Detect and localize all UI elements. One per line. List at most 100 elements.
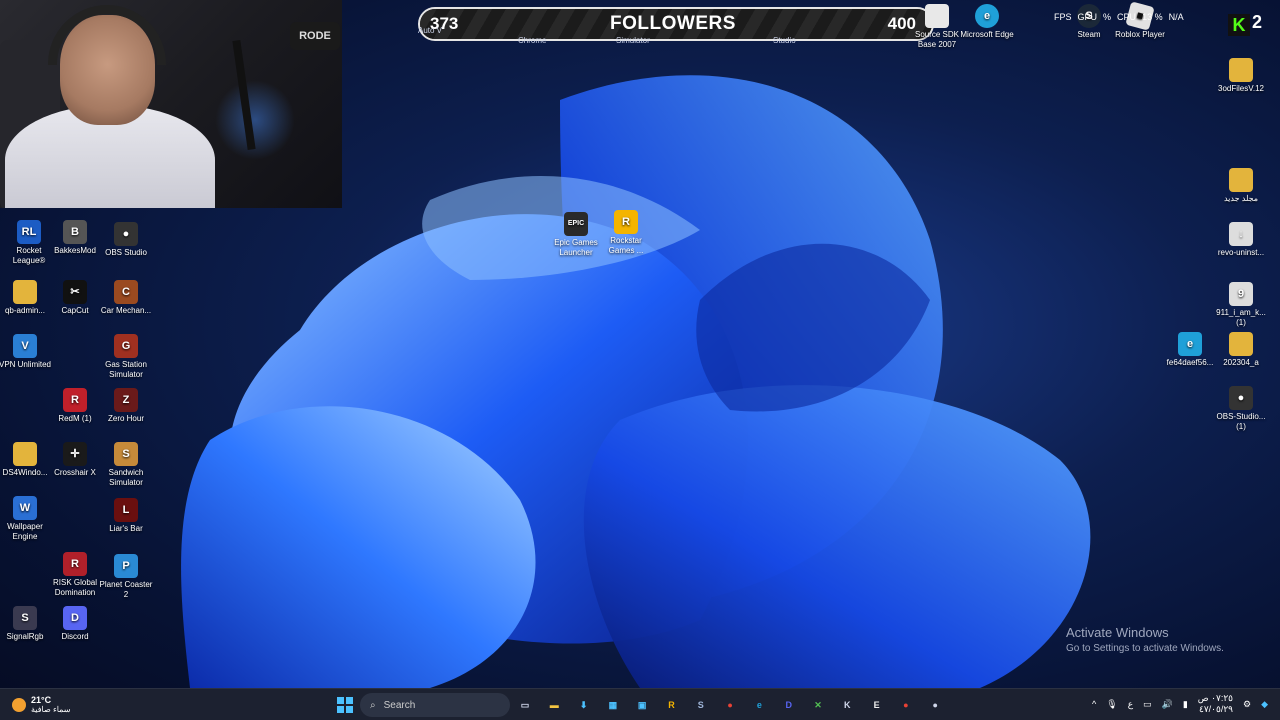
desktop-icon-label: Zero Hour [107, 414, 144, 423]
rockstar-icon[interactable]: R [663, 696, 681, 714]
desktop-icon[interactable]: S SignalRgb [0, 606, 53, 642]
search-icon: ⌕ [370, 699, 376, 711]
desktop-icon[interactable]: D Discord [47, 606, 103, 642]
language-indicator[interactable]: ع [1128, 699, 1133, 710]
copilot-icon[interactable]: ◆ [1261, 699, 1268, 710]
battery-icon[interactable]: ▮ [1183, 699, 1188, 710]
desktop-icon[interactable]: R Rockstar Games ... [598, 210, 654, 256]
mic-icon[interactable]: 🎙 [1106, 699, 1117, 710]
app-icon: R [614, 210, 638, 234]
desktop-icon-label: OBS-Studio... (1) [1216, 412, 1266, 431]
edge-icon[interactable]: e [750, 696, 768, 714]
desktop-icon[interactable]: 3odFilesV.12 [1213, 58, 1269, 94]
xbox-icon[interactable]: ✕ [809, 696, 827, 714]
app-icon: B [63, 220, 87, 244]
desktop-icon[interactable]: G Gas Station Simulator [98, 334, 154, 380]
desktop-icon[interactable]: R RedM (1) [47, 388, 103, 424]
folder-icon [1229, 332, 1253, 356]
clock-time: ٠٧:٢٥ ص [1197, 693, 1233, 703]
desktop-icon[interactable]: ● OBS Studio [98, 222, 154, 258]
desktop-icon[interactable]: مجلد جديد [1213, 168, 1269, 204]
app-icon: EPIC [564, 212, 588, 236]
desktop-icon-label: DS4Windo... [2, 468, 48, 477]
app-icon: Z [114, 388, 138, 412]
desktop-icon-source-sdk[interactable]: Source SDK Base 2007 [909, 4, 965, 50]
desktop-icon-label: RedM (1) [58, 414, 92, 423]
desktop-icon[interactable]: W Wallpaper Engine [0, 496, 53, 542]
desktop-icon[interactable]: ↓ revo-uninst... [1213, 222, 1269, 258]
desktop-icon-steam[interactable]: S Steam [1061, 4, 1117, 40]
desktop-icon[interactable]: V VPN Unlimited [0, 334, 53, 370]
settings-icon[interactable]: ⚙ [1243, 699, 1251, 710]
desktop-icon-label: Planet Coaster 2 [99, 580, 153, 599]
folder-icon [1229, 58, 1253, 82]
epic-icon[interactable]: E [868, 696, 886, 714]
desktop-icon-label: Sandwich Simulator [108, 468, 144, 487]
desktop-icon-edge[interactable]: e Microsoft Edge [959, 4, 1015, 40]
desktop-icon[interactable]: 9 911_i_am_k... (1) [1213, 282, 1269, 328]
app-icon: RL [17, 220, 41, 244]
desktop-icon[interactable]: ✂ CapCut [47, 280, 103, 316]
desktop-icon-label: qb-admin... [4, 306, 46, 315]
file-explorer-icon[interactable]: ▬ [545, 696, 563, 714]
edge-icon: e [975, 4, 999, 28]
app-icon: ● [1229, 386, 1253, 410]
windows-logo-icon [337, 697, 344, 704]
app-icon: ↓ [1229, 222, 1253, 246]
fps-label: FPS [1054, 12, 1072, 22]
desktop-icon-label: Gas Station Simulator [105, 360, 147, 379]
window-icon[interactable]: ▣ [633, 696, 651, 714]
desktop-icon[interactable]: R RISK Global Domination [47, 552, 103, 598]
desktop-icon[interactable]: C Car Mechan... [98, 280, 154, 316]
chrome-2-icon[interactable]: ● [897, 696, 915, 714]
desktop-icon[interactable]: 202304_a [1213, 332, 1269, 368]
clock[interactable]: ٠٧:٢٥ ص ٤٧/٠٥/٢٩ [1198, 693, 1233, 715]
app-icon: W [13, 496, 37, 520]
network-icon[interactable]: ▭ [1143, 699, 1152, 710]
download-icon[interactable]: ⬇ [575, 696, 593, 714]
activation-watermark: Activate Windows Go to Settings to activ… [1066, 625, 1224, 654]
desktop-icon[interactable]: DS4Windo... [0, 442, 53, 478]
weather-temp: 21°C [31, 695, 52, 705]
steam-icon[interactable]: S [692, 696, 710, 714]
desktop-icon-label: SignalRgb [6, 632, 44, 641]
desktop-icon[interactable]: B BakkesMod [47, 220, 103, 256]
desktop-icon[interactable]: EPIC Epic Games Launcher [548, 212, 604, 258]
weather-desc: سماء صافية [31, 705, 71, 714]
desktop-icon-label: مجلد جديد [1223, 194, 1259, 203]
na-label: N/A [1168, 12, 1184, 22]
desktop-icon-label: RISK Global Domination [52, 578, 98, 597]
kick-icon[interactable]: K [838, 696, 856, 714]
kick-logo-icon: K [1228, 14, 1250, 36]
desktop-icon[interactable]: ✛ Crosshair X [47, 442, 103, 478]
app-icon: R [63, 388, 87, 412]
desktop-icon[interactable]: e fe64daef56... [1162, 332, 1218, 368]
volume-icon[interactable]: 🔊 [1162, 699, 1173, 710]
top-ghost-label: Auto V [418, 26, 443, 35]
desktop-icon-label: CapCut [61, 306, 89, 315]
desktop-icon[interactable]: S Sandwich Simulator [98, 442, 154, 488]
desktop-icon[interactable]: L Liar's Bar [98, 498, 154, 534]
store-icon[interactable]: ▦ [604, 696, 622, 714]
desktop-icon[interactable]: Z Zero Hour [98, 388, 154, 424]
desktop-icon[interactable]: qb-admin... [0, 280, 53, 316]
desktop-icon-roblox[interactable]: ■ Roblox Player [1112, 1, 1168, 40]
desktop-icon[interactable]: P Planet Coaster 2 [98, 554, 154, 600]
app-icon: R [63, 552, 87, 576]
performance-overlay: FPS GPU % CPU 13 % N/A [1054, 12, 1184, 22]
desktop-icon-label: VPN Unlimited [0, 360, 51, 369]
desktop-icon-label: Rockstar Games ... [608, 236, 644, 255]
followers-goal-bar: 373 FOLLOWERS 400 [418, 7, 934, 41]
discord-icon[interactable]: D [780, 696, 798, 714]
activation-subtitle: Go to Settings to activate Windows. [1066, 643, 1224, 654]
desktop-icon[interactable]: ● OBS-Studio... (1) [1213, 386, 1269, 432]
chrome-icon[interactable]: ● [721, 696, 739, 714]
search-box[interactable]: ⌕ Search [360, 693, 510, 717]
obs-icon[interactable]: ● [926, 696, 944, 714]
start-button[interactable] [337, 697, 353, 713]
app-icon: S [114, 442, 138, 466]
weather-widget[interactable]: 21°C سماء صافية [12, 695, 71, 714]
desktop-icon-label: OBS Studio [105, 248, 147, 257]
task-view-icon[interactable]: ▭ [516, 696, 534, 714]
chevron-up-icon[interactable]: ^ [1092, 699, 1096, 709]
